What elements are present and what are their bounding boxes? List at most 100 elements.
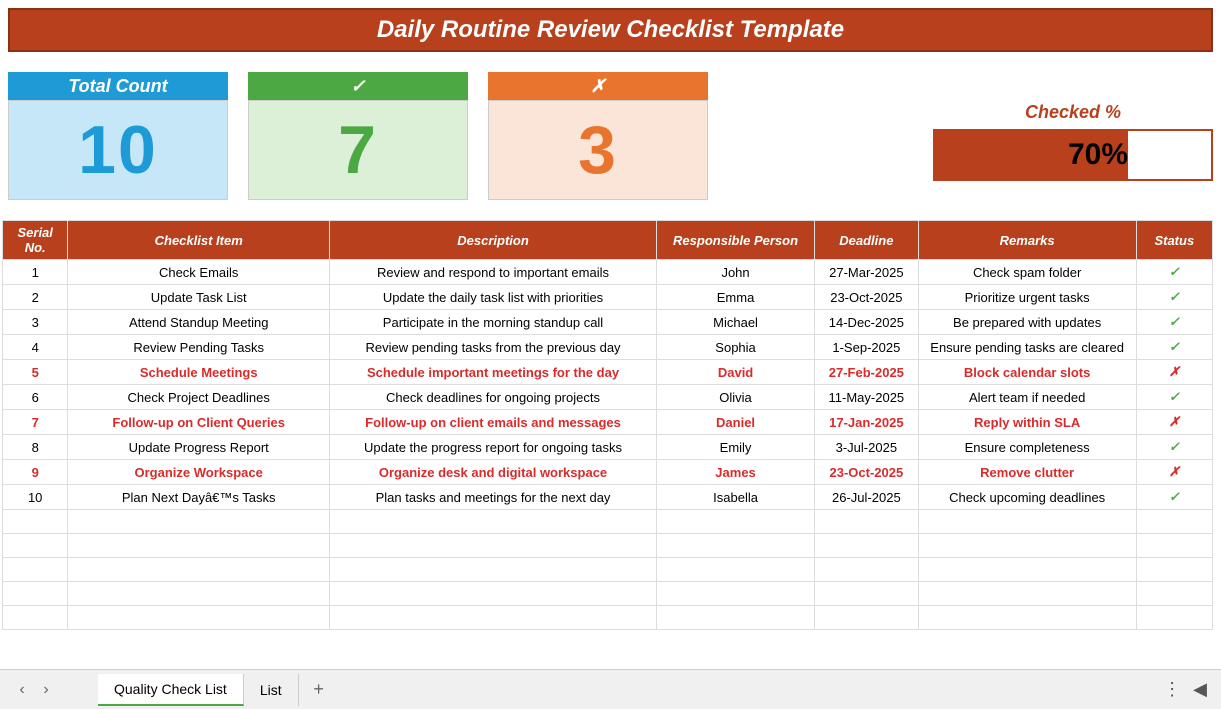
- cell-remarks[interactable]: Check spam folder: [918, 260, 1136, 285]
- cell-serial[interactable]: 4: [3, 335, 68, 360]
- cell-empty[interactable]: [330, 558, 657, 582]
- cell-remarks[interactable]: Alert team if needed: [918, 385, 1136, 410]
- cell-serial[interactable]: 10: [3, 485, 68, 510]
- cell-desc[interactable]: Organize desk and digital workspace: [330, 460, 657, 485]
- cell-remarks[interactable]: Prioritize urgent tasks: [918, 285, 1136, 310]
- table-row-empty[interactable]: [3, 510, 1213, 534]
- cell-deadline[interactable]: 14-Dec-2025: [815, 310, 919, 335]
- cell-status[interactable]: ✓: [1136, 310, 1212, 335]
- cell-empty[interactable]: [330, 534, 657, 558]
- cell-person[interactable]: Emma: [657, 285, 815, 310]
- cell-empty[interactable]: [918, 534, 1136, 558]
- cell-deadline[interactable]: 11-May-2025: [815, 385, 919, 410]
- cell-desc[interactable]: Follow-up on client emails and messages: [330, 410, 657, 435]
- cell-status[interactable]: ✗: [1136, 460, 1212, 485]
- cell-empty[interactable]: [657, 582, 815, 606]
- cell-empty[interactable]: [657, 534, 815, 558]
- cell-empty[interactable]: [3, 606, 68, 630]
- cell-item[interactable]: Review Pending Tasks: [68, 335, 330, 360]
- cell-empty[interactable]: [657, 558, 815, 582]
- cell-remarks[interactable]: Ensure completeness: [918, 435, 1136, 460]
- table-row-empty[interactable]: [3, 582, 1213, 606]
- cell-item[interactable]: Update Task List: [68, 285, 330, 310]
- cell-desc[interactable]: Participate in the morning standup call: [330, 310, 657, 335]
- table-row[interactable]: 9Organize WorkspaceOrganize desk and dig…: [3, 460, 1213, 485]
- table-row[interactable]: 1Check EmailsReview and respond to impor…: [3, 260, 1213, 285]
- cell-empty[interactable]: [68, 510, 330, 534]
- cell-person[interactable]: Emily: [657, 435, 815, 460]
- add-sheet-button[interactable]: +: [299, 679, 339, 700]
- cell-status[interactable]: ✓: [1136, 335, 1212, 360]
- cell-person[interactable]: Sophia: [657, 335, 815, 360]
- table-row[interactable]: 8Update Progress ReportUpdate the progre…: [3, 435, 1213, 460]
- sheet-tab-active[interactable]: Quality Check List: [98, 674, 244, 706]
- table-row[interactable]: 4Review Pending TasksReview pending task…: [3, 335, 1213, 360]
- cell-item[interactable]: Schedule Meetings: [68, 360, 330, 385]
- cell-desc[interactable]: Review pending tasks from the previous d…: [330, 335, 657, 360]
- cell-deadline[interactable]: 26-Jul-2025: [815, 485, 919, 510]
- cell-empty[interactable]: [815, 534, 919, 558]
- cell-desc[interactable]: Update the progress report for ongoing t…: [330, 435, 657, 460]
- cell-deadline[interactable]: 27-Mar-2025: [815, 260, 919, 285]
- cell-serial[interactable]: 9: [3, 460, 68, 485]
- cell-empty[interactable]: [815, 510, 919, 534]
- cell-deadline[interactable]: 23-Oct-2025: [815, 460, 919, 485]
- cell-item[interactable]: Attend Standup Meeting: [68, 310, 330, 335]
- header-person[interactable]: Responsible Person: [657, 221, 815, 260]
- cell-empty[interactable]: [918, 606, 1136, 630]
- table-row[interactable]: 5Schedule MeetingsSchedule important mee…: [3, 360, 1213, 385]
- next-sheet-button[interactable]: ›: [34, 678, 58, 702]
- cell-item[interactable]: Check Emails: [68, 260, 330, 285]
- table-row-empty[interactable]: [3, 606, 1213, 630]
- cell-serial[interactable]: 8: [3, 435, 68, 460]
- cell-item[interactable]: Follow-up on Client Queries: [68, 410, 330, 435]
- cell-empty[interactable]: [1136, 534, 1212, 558]
- cell-person[interactable]: Daniel: [657, 410, 815, 435]
- cell-item[interactable]: Plan Next Dayâ€™s Tasks: [68, 485, 330, 510]
- header-status[interactable]: Status: [1136, 221, 1212, 260]
- more-menu-icon[interactable]: ⋮: [1155, 679, 1189, 700]
- cell-empty[interactable]: [330, 582, 657, 606]
- cell-empty[interactable]: [657, 606, 815, 630]
- cell-remarks[interactable]: Reply within SLA: [918, 410, 1136, 435]
- cell-item[interactable]: Organize Workspace: [68, 460, 330, 485]
- cell-empty[interactable]: [1136, 606, 1212, 630]
- cell-deadline[interactable]: 1-Sep-2025: [815, 335, 919, 360]
- cell-remarks[interactable]: Be prepared with updates: [918, 310, 1136, 335]
- cell-empty[interactable]: [3, 534, 68, 558]
- cell-remarks[interactable]: Check upcoming deadlines: [918, 485, 1136, 510]
- table-row[interactable]: 6Check Project DeadlinesCheck deadlines …: [3, 385, 1213, 410]
- cell-desc[interactable]: Plan tasks and meetings for the next day: [330, 485, 657, 510]
- cell-deadline[interactable]: 23-Oct-2025: [815, 285, 919, 310]
- cell-empty[interactable]: [918, 510, 1136, 534]
- cell-status[interactable]: ✓: [1136, 385, 1212, 410]
- table-row[interactable]: 3Attend Standup MeetingParticipate in th…: [3, 310, 1213, 335]
- cell-person[interactable]: James: [657, 460, 815, 485]
- cell-desc[interactable]: Schedule important meetings for the day: [330, 360, 657, 385]
- cell-status[interactable]: ✓: [1136, 485, 1212, 510]
- cell-remarks[interactable]: Ensure pending tasks are cleared: [918, 335, 1136, 360]
- table-row-empty[interactable]: [3, 558, 1213, 582]
- cell-empty[interactable]: [68, 606, 330, 630]
- cell-empty[interactable]: [68, 558, 330, 582]
- prev-sheet-button[interactable]: ‹: [10, 678, 34, 702]
- cell-serial[interactable]: 7: [3, 410, 68, 435]
- header-deadline[interactable]: Deadline: [815, 221, 919, 260]
- cell-empty[interactable]: [815, 582, 919, 606]
- header-remarks[interactable]: Remarks: [918, 221, 1136, 260]
- cell-serial[interactable]: 1: [3, 260, 68, 285]
- cell-empty[interactable]: [815, 606, 919, 630]
- cell-desc[interactable]: Update the daily task list with prioriti…: [330, 285, 657, 310]
- cell-empty[interactable]: [918, 558, 1136, 582]
- cell-serial[interactable]: 6: [3, 385, 68, 410]
- cell-empty[interactable]: [1136, 510, 1212, 534]
- cell-status[interactable]: ✗: [1136, 410, 1212, 435]
- cell-empty[interactable]: [68, 582, 330, 606]
- cell-empty[interactable]: [68, 534, 330, 558]
- table-row[interactable]: 10Plan Next Dayâ€™s TasksPlan tasks and …: [3, 485, 1213, 510]
- cell-person[interactable]: Michael: [657, 310, 815, 335]
- cell-desc[interactable]: Check deadlines for ongoing projects: [330, 385, 657, 410]
- cell-empty[interactable]: [1136, 582, 1212, 606]
- cell-serial[interactable]: 5: [3, 360, 68, 385]
- cell-desc[interactable]: Review and respond to important emails: [330, 260, 657, 285]
